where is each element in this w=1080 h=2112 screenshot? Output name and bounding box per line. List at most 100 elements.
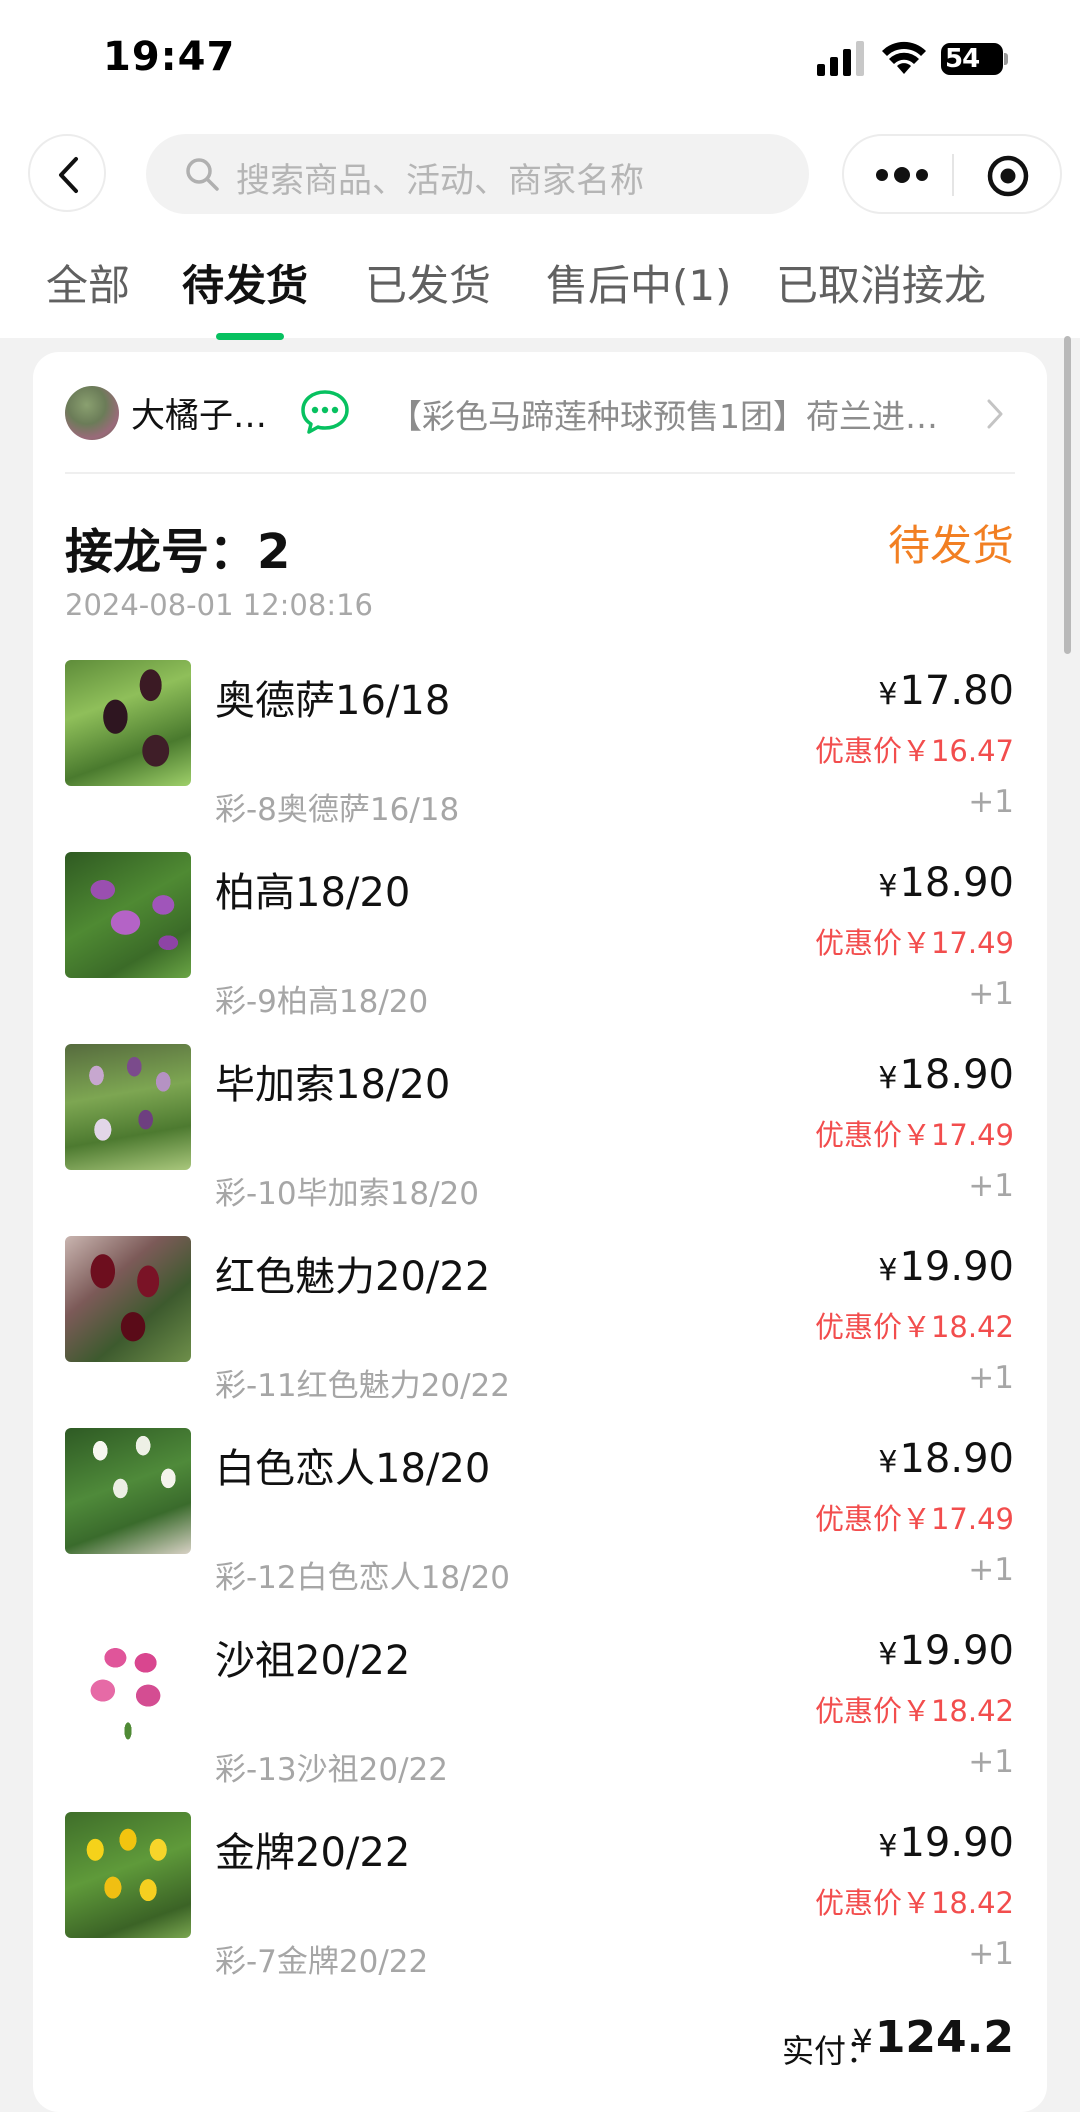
price-value: 19.90 — [899, 1244, 1014, 1290]
currency-symbol: ¥ — [878, 677, 898, 712]
product-spec: 彩-8奥德萨16/18 — [215, 792, 460, 828]
chat-icon[interactable] — [299, 388, 351, 436]
product-name: 柏高18/20 — [215, 870, 411, 916]
product-quantity: +1 — [968, 1744, 1014, 1780]
product-quantity: +1 — [968, 976, 1014, 1012]
product-image[interactable] — [65, 1812, 191, 1938]
back-button[interactable] — [28, 134, 106, 212]
signal-icon — [817, 40, 867, 76]
tab-cancelled[interactable]: 已取消接龙 — [776, 252, 986, 313]
order-number-label: 接龙号： — [65, 524, 258, 580]
product-spec: 彩-13沙祖20/22 — [215, 1752, 448, 1788]
product-image[interactable] — [65, 1236, 191, 1362]
product-image[interactable] — [65, 852, 191, 978]
capsule-divider — [952, 154, 954, 196]
product-image[interactable] — [65, 1620, 191, 1746]
active-tab-indicator — [216, 333, 284, 340]
wifi-icon — [882, 41, 926, 74]
discount-price: 优惠价￥17.49 — [814, 926, 1014, 960]
product-price: ¥19.90 — [878, 1628, 1014, 1674]
order-item[interactable]: 奥德萨16/18 ¥17.80 优惠价￥16.47 彩-8奥德萨16/18 +1 — [33, 660, 1047, 850]
product-name: 金牌20/22 — [215, 1830, 411, 1876]
product-name: 毕加索18/20 — [215, 1062, 451, 1108]
price-value: 18.90 — [899, 860, 1014, 906]
discount-price: 优惠价￥17.49 — [814, 1118, 1014, 1152]
chevron-right-icon[interactable] — [985, 398, 1005, 430]
order-number: 接龙号：2 — [65, 512, 290, 582]
total-amount: ¥124.2 — [852, 2012, 1014, 2063]
currency-symbol: ¥ — [878, 1829, 898, 1864]
product-image[interactable] — [65, 1044, 191, 1170]
product-quantity: +1 — [968, 1936, 1014, 1972]
product-name: 奥德萨16/18 — [215, 678, 451, 724]
product-price: ¥19.90 — [878, 1820, 1014, 1866]
product-name: 白色恋人18/20 — [215, 1446, 491, 1492]
currency-symbol: ¥ — [878, 1637, 898, 1672]
battery-tip — [1004, 53, 1008, 65]
battery-indicator: 54 — [941, 43, 1003, 75]
price-value: 19.90 — [899, 1628, 1014, 1674]
order-card-content: 大橘子… 【彩色马蹄莲种球预售1团】荷兰进… 接龙号：2 待发货 2024-08… — [33, 352, 1047, 2070]
back-icon — [59, 157, 78, 193]
currency-symbol: ¥ — [878, 869, 898, 904]
shop-name[interactable]: 大橘子… — [131, 388, 267, 437]
search-placeholder: 搜索商品、活动、商家名称 — [236, 161, 644, 201]
product-name: 沙祖20/22 — [215, 1638, 411, 1684]
product-spec: 彩-9柏高18/20 — [215, 984, 429, 1020]
discount-price: 优惠价￥18.42 — [814, 1310, 1014, 1344]
product-spec: 彩-7金牌20/22 — [215, 1944, 429, 1980]
order-item[interactable]: 沙祖20/22 ¥19.90 优惠价￥18.42 彩-13沙祖20/22 +1 — [33, 1620, 1047, 1810]
product-quantity: +1 — [968, 1552, 1014, 1588]
order-number-value: 2 — [257, 524, 291, 580]
mini-program-capsule — [842, 134, 1062, 214]
tab-pending-shipment[interactable]: 待发货 — [182, 252, 308, 313]
product-price: ¥17.80 — [878, 668, 1014, 714]
tab-after-sales[interactable]: 售后中(1) — [546, 252, 732, 313]
order-item[interactable]: 白色恋人18/20 ¥18.90 优惠价￥17.49 彩-12白色恋人18/20… — [33, 1428, 1047, 1618]
discount-price: 优惠价￥17.49 — [814, 1502, 1014, 1536]
product-spec: 彩-10毕加索18/20 — [215, 1176, 479, 1212]
top-bar: 19:47 54 搜索商品、活动、商家名称 全部 待发货 已发货 售后中(1) … — [0, 0, 1080, 340]
currency-symbol: ¥ — [878, 1445, 898, 1480]
status-time: 19:47 — [103, 34, 236, 80]
product-image[interactable] — [65, 1428, 191, 1554]
order-status-badge: 待发货 — [887, 521, 1014, 570]
total-value: 124.2 — [874, 2012, 1014, 2063]
price-value: 18.90 — [899, 1052, 1014, 1098]
group-buy-title[interactable]: 【彩色马蹄莲种球预售1团】荷兰进… — [389, 390, 938, 438]
product-price: ¥18.90 — [878, 1052, 1014, 1098]
currency-symbol: ¥ — [852, 2022, 873, 2060]
product-quantity: +1 — [968, 1360, 1014, 1396]
discount-price: 优惠价￥16.47 — [814, 734, 1014, 768]
product-name: 红色魅力20/22 — [215, 1254, 491, 1300]
product-spec: 彩-12白色恋人18/20 — [215, 1560, 510, 1596]
product-price: ¥18.90 — [878, 1436, 1014, 1482]
product-quantity: +1 — [968, 1168, 1014, 1204]
more-icon[interactable] — [874, 162, 930, 188]
search-icon — [186, 158, 219, 191]
target-icon[interactable] — [986, 154, 1030, 198]
tab-all[interactable]: 全部 — [46, 252, 130, 313]
price-value: 17.80 — [899, 668, 1014, 714]
tab-shipped[interactable]: 已发货 — [365, 252, 491, 313]
order-item[interactable]: 柏高18/20 ¥18.90 优惠价￥17.49 彩-9柏高18/20 +1 — [33, 852, 1047, 1042]
order-item[interactable]: 红色魅力20/22 ¥19.90 优惠价￥18.42 彩-11红色魅力20/22… — [33, 1236, 1047, 1426]
product-image[interactable] — [65, 660, 191, 786]
order-timestamp: 2024-08-01 12:08:16 — [65, 588, 373, 622]
search-input[interactable]: 搜索商品、活动、商家名称 — [146, 134, 809, 214]
order-item[interactable]: 毕加索18/20 ¥18.90 优惠价￥17.49 彩-10毕加索18/20 +… — [33, 1044, 1047, 1234]
product-price: ¥18.90 — [878, 860, 1014, 906]
product-price: ¥19.90 — [878, 1244, 1014, 1290]
scrollbar[interactable] — [1064, 336, 1071, 654]
price-value: 18.90 — [899, 1436, 1014, 1482]
product-quantity: +1 — [968, 784, 1014, 820]
discount-price: 优惠价￥18.42 — [814, 1694, 1014, 1728]
discount-price: 优惠价￥18.42 — [814, 1886, 1014, 1920]
price-value: 19.90 — [899, 1820, 1014, 1866]
currency-symbol: ¥ — [878, 1253, 898, 1288]
divider — [65, 472, 1015, 474]
product-spec: 彩-11红色魅力20/22 — [215, 1368, 510, 1404]
currency-symbol: ¥ — [878, 1061, 898, 1096]
order-item[interactable]: 金牌20/22 ¥19.90 优惠价￥18.42 彩-7金牌20/22 +1 — [33, 1812, 1047, 2002]
shop-avatar[interactable] — [65, 386, 119, 440]
